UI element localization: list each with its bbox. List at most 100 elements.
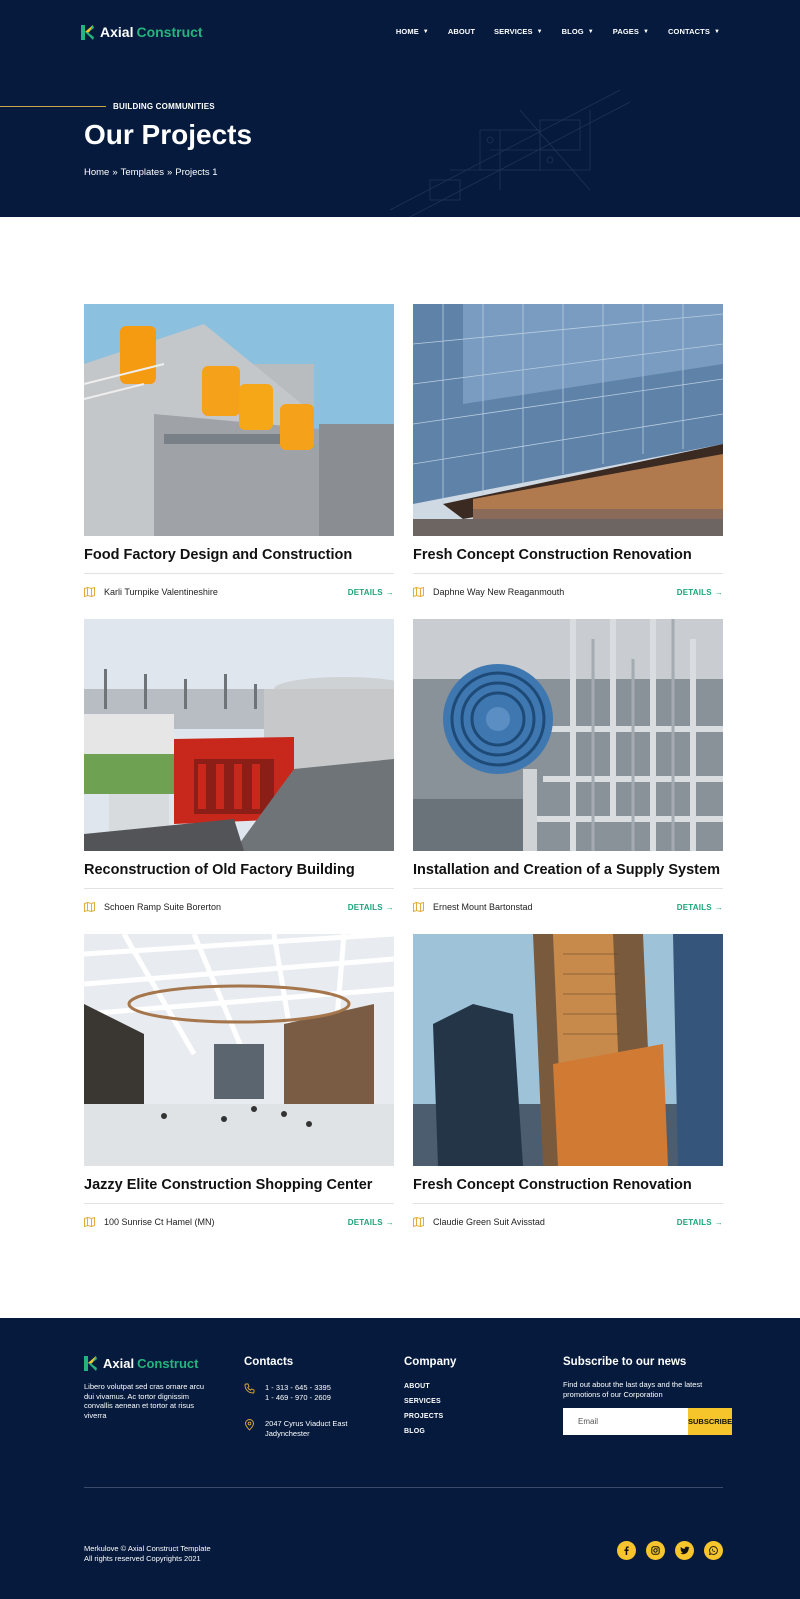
divider xyxy=(413,1203,723,1204)
copyright: Merkulove © Axial Construct Template All… xyxy=(84,1544,211,1563)
footer-contacts: Contacts 1 - 313 - 645 - 3395 1 - 469 - 9… xyxy=(244,1356,347,1438)
subscribe-button[interactable]: SUBSCRIBE xyxy=(688,1408,733,1435)
arrow-right-icon: → xyxy=(714,1217,723,1227)
footer-about: Axial Construct Libero volutpat sed cras … xyxy=(84,1356,209,1420)
project-meta: Schoen Ramp Suite Borerton DETAILS → xyxy=(84,902,394,912)
project-meta: Karli Turnpike Valentineshire DETAILS → xyxy=(84,587,394,597)
details-label: DETAILS xyxy=(676,1217,712,1227)
breadcrumb-templates[interactable]: Templates xyxy=(121,167,164,178)
project-meta: 100 Sunrise Ct Hamel (MN) DETAILS → xyxy=(84,1217,394,1227)
project-meta: Claudie Green Suit Avisstad DETAILS → xyxy=(413,1217,723,1227)
phone-link[interactable]: 1 - 313 - 645 - 3395 xyxy=(265,1383,331,1393)
project-image-factory-tanks[interactable] xyxy=(84,304,394,536)
map-icon xyxy=(84,1217,95,1227)
details-label: DETAILS xyxy=(347,902,383,912)
arrow-right-icon: → xyxy=(714,902,723,912)
map-icon xyxy=(413,902,424,912)
main-nav: HOME ▼ ABOUT SERVICES ▼ BLOG ▼ PAGES ▼ CONTA… xyxy=(396,27,720,36)
nav-about[interactable]: ABOUT xyxy=(448,27,475,36)
project-location: Karli Turnpike Valentineshire xyxy=(84,587,218,597)
project-location: Claudie Green Suit Avisstad xyxy=(413,1217,545,1227)
contacts-heading: Contacts xyxy=(244,1356,294,1368)
nav-services-label: SERVICES xyxy=(494,27,533,36)
footer-description: Libero volutpat sed cras ornare arcu dui… xyxy=(84,1382,205,1420)
divider xyxy=(413,573,723,574)
breadcrumb-current: Projects 1 xyxy=(175,167,218,178)
project-image-mall-atrium[interactable] xyxy=(84,934,394,1166)
project-meta: Daphne Way New Reaganmouth DETAILS → xyxy=(413,587,723,597)
footer-link-about[interactable]: ABOUT xyxy=(404,1383,456,1390)
project-image-skyscrapers[interactable] xyxy=(413,934,723,1166)
project-title[interactable]: Fresh Concept Construction Renovation xyxy=(413,547,692,563)
blueprint-decoration xyxy=(390,90,630,217)
nav-pages[interactable]: PAGES ▼ xyxy=(613,27,649,36)
divider xyxy=(84,1203,394,1204)
footer-link-projects[interactable]: PROJECTS xyxy=(404,1413,456,1420)
map-icon xyxy=(413,587,424,597)
project-image-glass-building[interactable] xyxy=(413,304,723,536)
nav-blog[interactable]: BLOG ▼ xyxy=(562,27,594,36)
email-field[interactable] xyxy=(563,1408,688,1435)
project-image-pipes[interactable] xyxy=(413,619,723,851)
company-heading: Company xyxy=(404,1356,457,1368)
arrow-right-icon: → xyxy=(714,587,723,597)
arrow-right-icon: → xyxy=(385,902,394,912)
site-footer: Axial Construct Libero volutpat sed cras … xyxy=(0,1318,800,1599)
subscribe-form: SUBSCRIBE xyxy=(563,1408,733,1435)
phone-icon xyxy=(244,1383,255,1394)
project-card: Food Factory Design and Construction Kar… xyxy=(84,304,394,619)
footer-link-services[interactable]: SERVICES xyxy=(404,1398,456,1405)
logo-text-part2: Construct xyxy=(136,24,203,40)
whatsapp-icon[interactable] xyxy=(704,1541,723,1560)
details-link[interactable]: DETAILS → xyxy=(348,588,394,597)
address-line1: 2047 Cyrus Viaduct East xyxy=(265,1419,348,1428)
project-location: Daphne Way New Reaganmouth xyxy=(413,587,564,597)
breadcrumb-separator: » xyxy=(166,167,173,178)
chevron-down-icon: ▼ xyxy=(713,28,720,35)
twitter-icon[interactable] xyxy=(675,1541,694,1560)
details-link[interactable]: DETAILS → xyxy=(677,1218,723,1227)
nav-blog-label: BLOG xyxy=(561,27,584,36)
logo-icon xyxy=(84,1356,97,1371)
logo-icon xyxy=(81,24,94,40)
project-title[interactable]: Fresh Concept Construction Renovation xyxy=(413,1177,692,1193)
map-icon xyxy=(84,587,95,597)
social-links xyxy=(617,1541,723,1560)
nav-services[interactable]: SERVICES ▼ xyxy=(494,27,543,36)
footer-link-blog[interactable]: BLOG xyxy=(404,1428,456,1435)
details-link[interactable]: DETAILS → xyxy=(348,903,394,912)
logo-text-part2: Construct xyxy=(137,1356,199,1371)
project-title[interactable]: Reconstruction of Old Factory Building xyxy=(84,862,355,878)
project-image-refinery[interactable] xyxy=(84,619,394,851)
projects-grid: Food Factory Design and Construction Kar… xyxy=(84,304,723,1249)
footer-logo[interactable]: Axial Construct xyxy=(84,1356,209,1371)
nav-home[interactable]: HOME ▼ xyxy=(396,27,429,36)
facebook-icon[interactable] xyxy=(617,1541,636,1560)
divider xyxy=(84,573,394,574)
instagram-icon[interactable] xyxy=(646,1541,665,1560)
hero-eyebrow: BUILDING COMMUNITIES xyxy=(113,102,215,111)
phone-link[interactable]: 1 - 469 - 970 - 2609 xyxy=(265,1393,331,1403)
project-title[interactable]: Food Factory Design and Construction xyxy=(84,547,352,563)
nav-contacts[interactable]: CONTACTS ▼ xyxy=(668,27,720,36)
details-link[interactable]: DETAILS → xyxy=(348,1218,394,1227)
chevron-down-icon: ▼ xyxy=(422,28,429,35)
details-link[interactable]: DETAILS → xyxy=(677,903,723,912)
breadcrumb-home[interactable]: Home xyxy=(84,167,109,178)
project-title[interactable]: Installation and Creation of a Supply Sy… xyxy=(413,862,720,878)
header-logo[interactable]: Axial Construct xyxy=(81,24,203,40)
breadcrumb: Home » Templates » Projects 1 xyxy=(84,167,218,178)
details-link[interactable]: DETAILS → xyxy=(677,588,723,597)
project-title[interactable]: Jazzy Elite Construction Shopping Center xyxy=(84,1177,372,1193)
project-location-text: Ernest Mount Bartonstad xyxy=(433,902,533,912)
project-location: Ernest Mount Bartonstad xyxy=(413,902,533,912)
subscribe-heading: Subscribe to our news xyxy=(563,1356,687,1368)
map-icon xyxy=(84,902,95,912)
footer-subscribe: Subscribe to our news Find out about the… xyxy=(563,1356,733,1435)
nav-contacts-label: CONTACTS xyxy=(668,27,710,36)
project-location: Schoen Ramp Suite Borerton xyxy=(84,902,221,912)
project-location: 100 Sunrise Ct Hamel (MN) xyxy=(84,1217,215,1227)
details-label: DETAILS xyxy=(347,1217,383,1227)
logo-text-part1: Axial xyxy=(103,1356,135,1371)
project-location-text: Daphne Way New Reaganmouth xyxy=(433,587,565,597)
